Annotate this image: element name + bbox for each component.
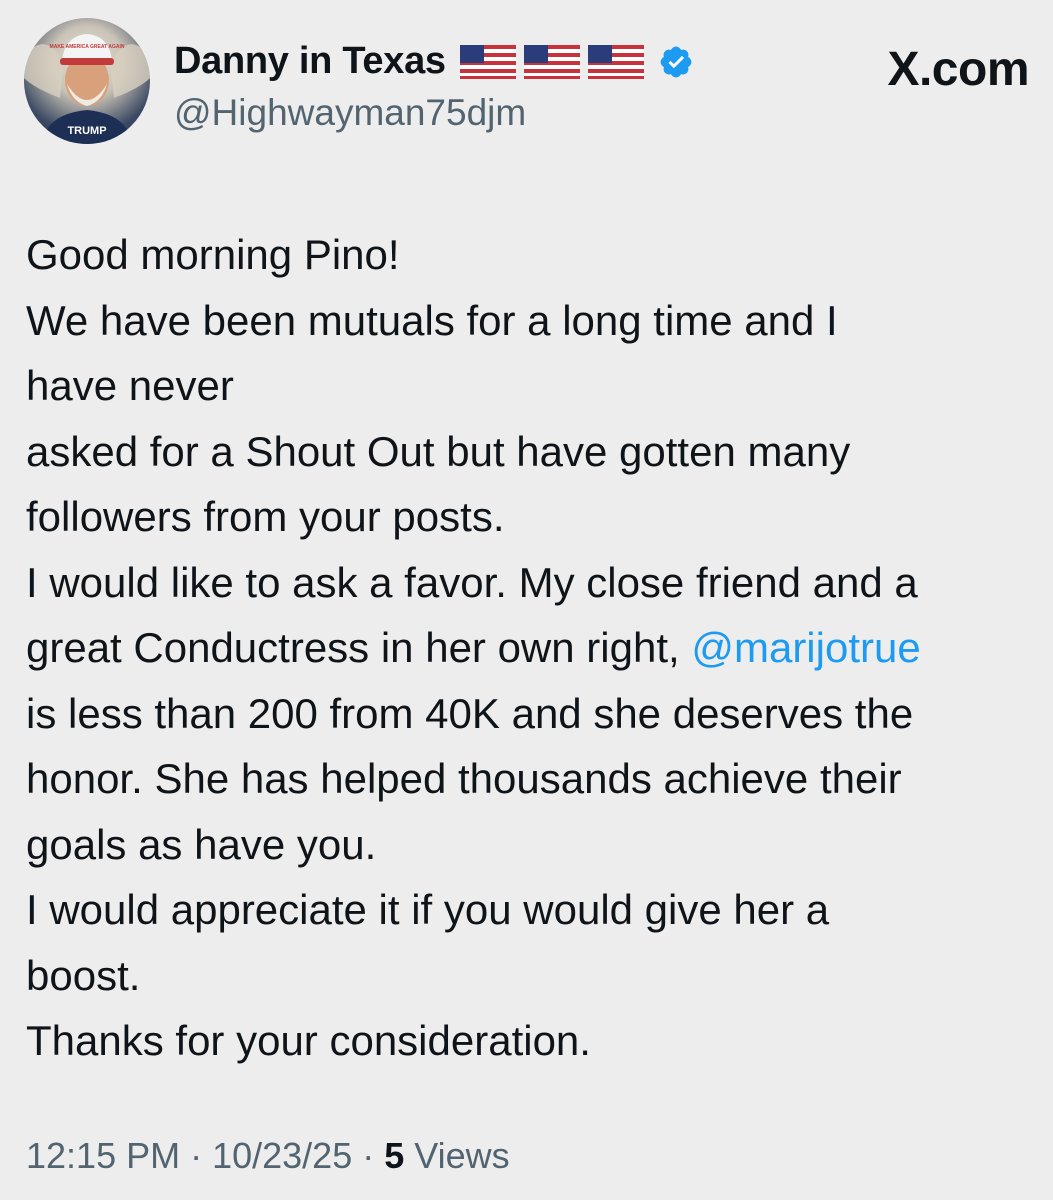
meta-separator: ·: [180, 1135, 213, 1176]
mention-link[interactable]: @marijotrue: [691, 624, 920, 671]
meta-separator: ·: [352, 1135, 385, 1176]
post-line: great Conductress in her own right,: [26, 624, 692, 671]
post-line: asked for a Shout Out but have gotten ma…: [26, 427, 851, 475]
flag-group: [459, 44, 644, 79]
views-label: Views: [404, 1135, 510, 1176]
us-flag-icon: [587, 44, 644, 79]
avatar-hat-text: MAKE AMERICA GREAT AGAIN: [50, 44, 125, 50]
verified-badge-icon: [660, 46, 692, 77]
post-line-with-mention: great Conductress in her own right, @mar…: [26, 615, 1051, 681]
us-flag-icon: [523, 44, 580, 79]
post-date[interactable]: 10/23/25: [212, 1135, 352, 1176]
us-flag-icon: [459, 44, 516, 79]
user-handle[interactable]: @Highwayman75djm: [174, 92, 526, 134]
display-name[interactable]: Danny in Texas: [174, 40, 446, 83]
name-row: Danny in Texas: [174, 40, 694, 83]
post-line: goals as have you.: [26, 820, 377, 868]
post-line: boost.: [26, 951, 141, 999]
avatar-portrait: MAKE AMERICA GREAT AGAIN TRUMP: [24, 34, 150, 144]
post-line: Good morning Pino!: [26, 231, 400, 278]
post-line: Thanks for your consideration.: [26, 1017, 591, 1064]
avatar[interactable]: MAKE AMERICA GREAT AGAIN TRUMP: [24, 18, 150, 144]
post-time[interactable]: 12:15 PM: [26, 1135, 180, 1176]
post-line: honor. She has helped thousands achieve …: [26, 755, 902, 802]
post-line: I would like to ask a favor. My close fr…: [26, 558, 918, 606]
post-line: is less than 200 from 40K and she deserv…: [26, 689, 914, 737]
post-line: We have been mutuals for a long time and…: [26, 296, 838, 344]
post-line: I would appreciate it if you would give …: [26, 886, 830, 933]
views-count: 5: [384, 1135, 405, 1176]
post-line: have never: [26, 362, 234, 409]
post-line: followers from your posts.: [26, 493, 505, 540]
avatar-shirt-text: TRUMP: [67, 125, 106, 137]
post-header: MAKE AMERICA GREAT AGAIN TRUMP Danny in …: [24, 18, 1029, 148]
post-text: Good morning Pino! We have been mutuals …: [26, 222, 1051, 1074]
post-card: MAKE AMERICA GREAT AGAIN TRUMP Danny in …: [0, 0, 1053, 1200]
brand-label: X.com: [887, 43, 1029, 96]
post-meta: 12:15 PM · 10/23/25 · 5 Views: [26, 1135, 510, 1177]
